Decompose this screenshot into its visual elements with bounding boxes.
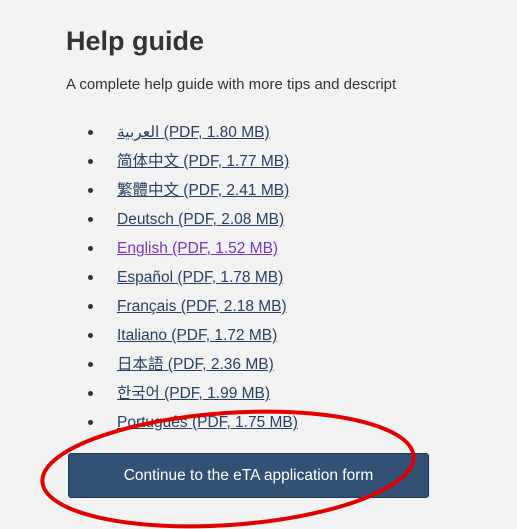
help-guide-link-portuguese[interactable]: Português (PDF, 1.75 MB) (117, 408, 298, 437)
bullet-icon (88, 217, 93, 222)
help-guide-link-arabic[interactable]: العربية (PDF, 1.80 MB) (117, 118, 270, 147)
help-guide-link-italian[interactable]: Italiano (PDF, 1.72 MB) (117, 321, 277, 350)
help-guide-description: A complete help guide with more tips and… (66, 76, 397, 93)
bullet-icon (88, 391, 93, 396)
bullet-icon (88, 420, 93, 425)
help-guide-link-spanish[interactable]: Español (PDF, 1.78 MB) (117, 263, 283, 292)
continue-to-eta-form-button[interactable]: Continue to the eTA application form (68, 453, 429, 498)
help-guide-section: Help guide A complete help guide with mo… (0, 0, 517, 529)
bullet-icon (88, 188, 93, 193)
help-guide-link-english[interactable]: English (PDF, 1.52 MB) (117, 234, 278, 263)
bullet-icon (88, 275, 93, 280)
help-guide-link-french[interactable]: Français (PDF, 2.18 MB) (117, 292, 287, 321)
bullet-icon (88, 304, 93, 309)
help-guide-link-german[interactable]: Deutsch (PDF, 2.08 MB) (117, 205, 284, 234)
help-guide-link-korean[interactable]: 한국어 (PDF, 1.99 MB) (117, 379, 270, 408)
bullet-icon (88, 333, 93, 338)
bullet-icon (88, 130, 93, 135)
page-title: Help guide (66, 26, 205, 56)
bullet-icon (88, 159, 93, 164)
bullet-icon (88, 362, 93, 367)
help-guide-link-simplified-chinese[interactable]: 简体中文 (PDF, 1.77 MB) (117, 147, 289, 176)
help-guide-link-traditional-chinese[interactable]: 繁體中文 (PDF, 2.41 MB) (117, 176, 289, 205)
bullet-icon (88, 246, 93, 251)
help-guide-link-japanese[interactable]: 日本語 (PDF, 2.36 MB) (117, 350, 274, 379)
